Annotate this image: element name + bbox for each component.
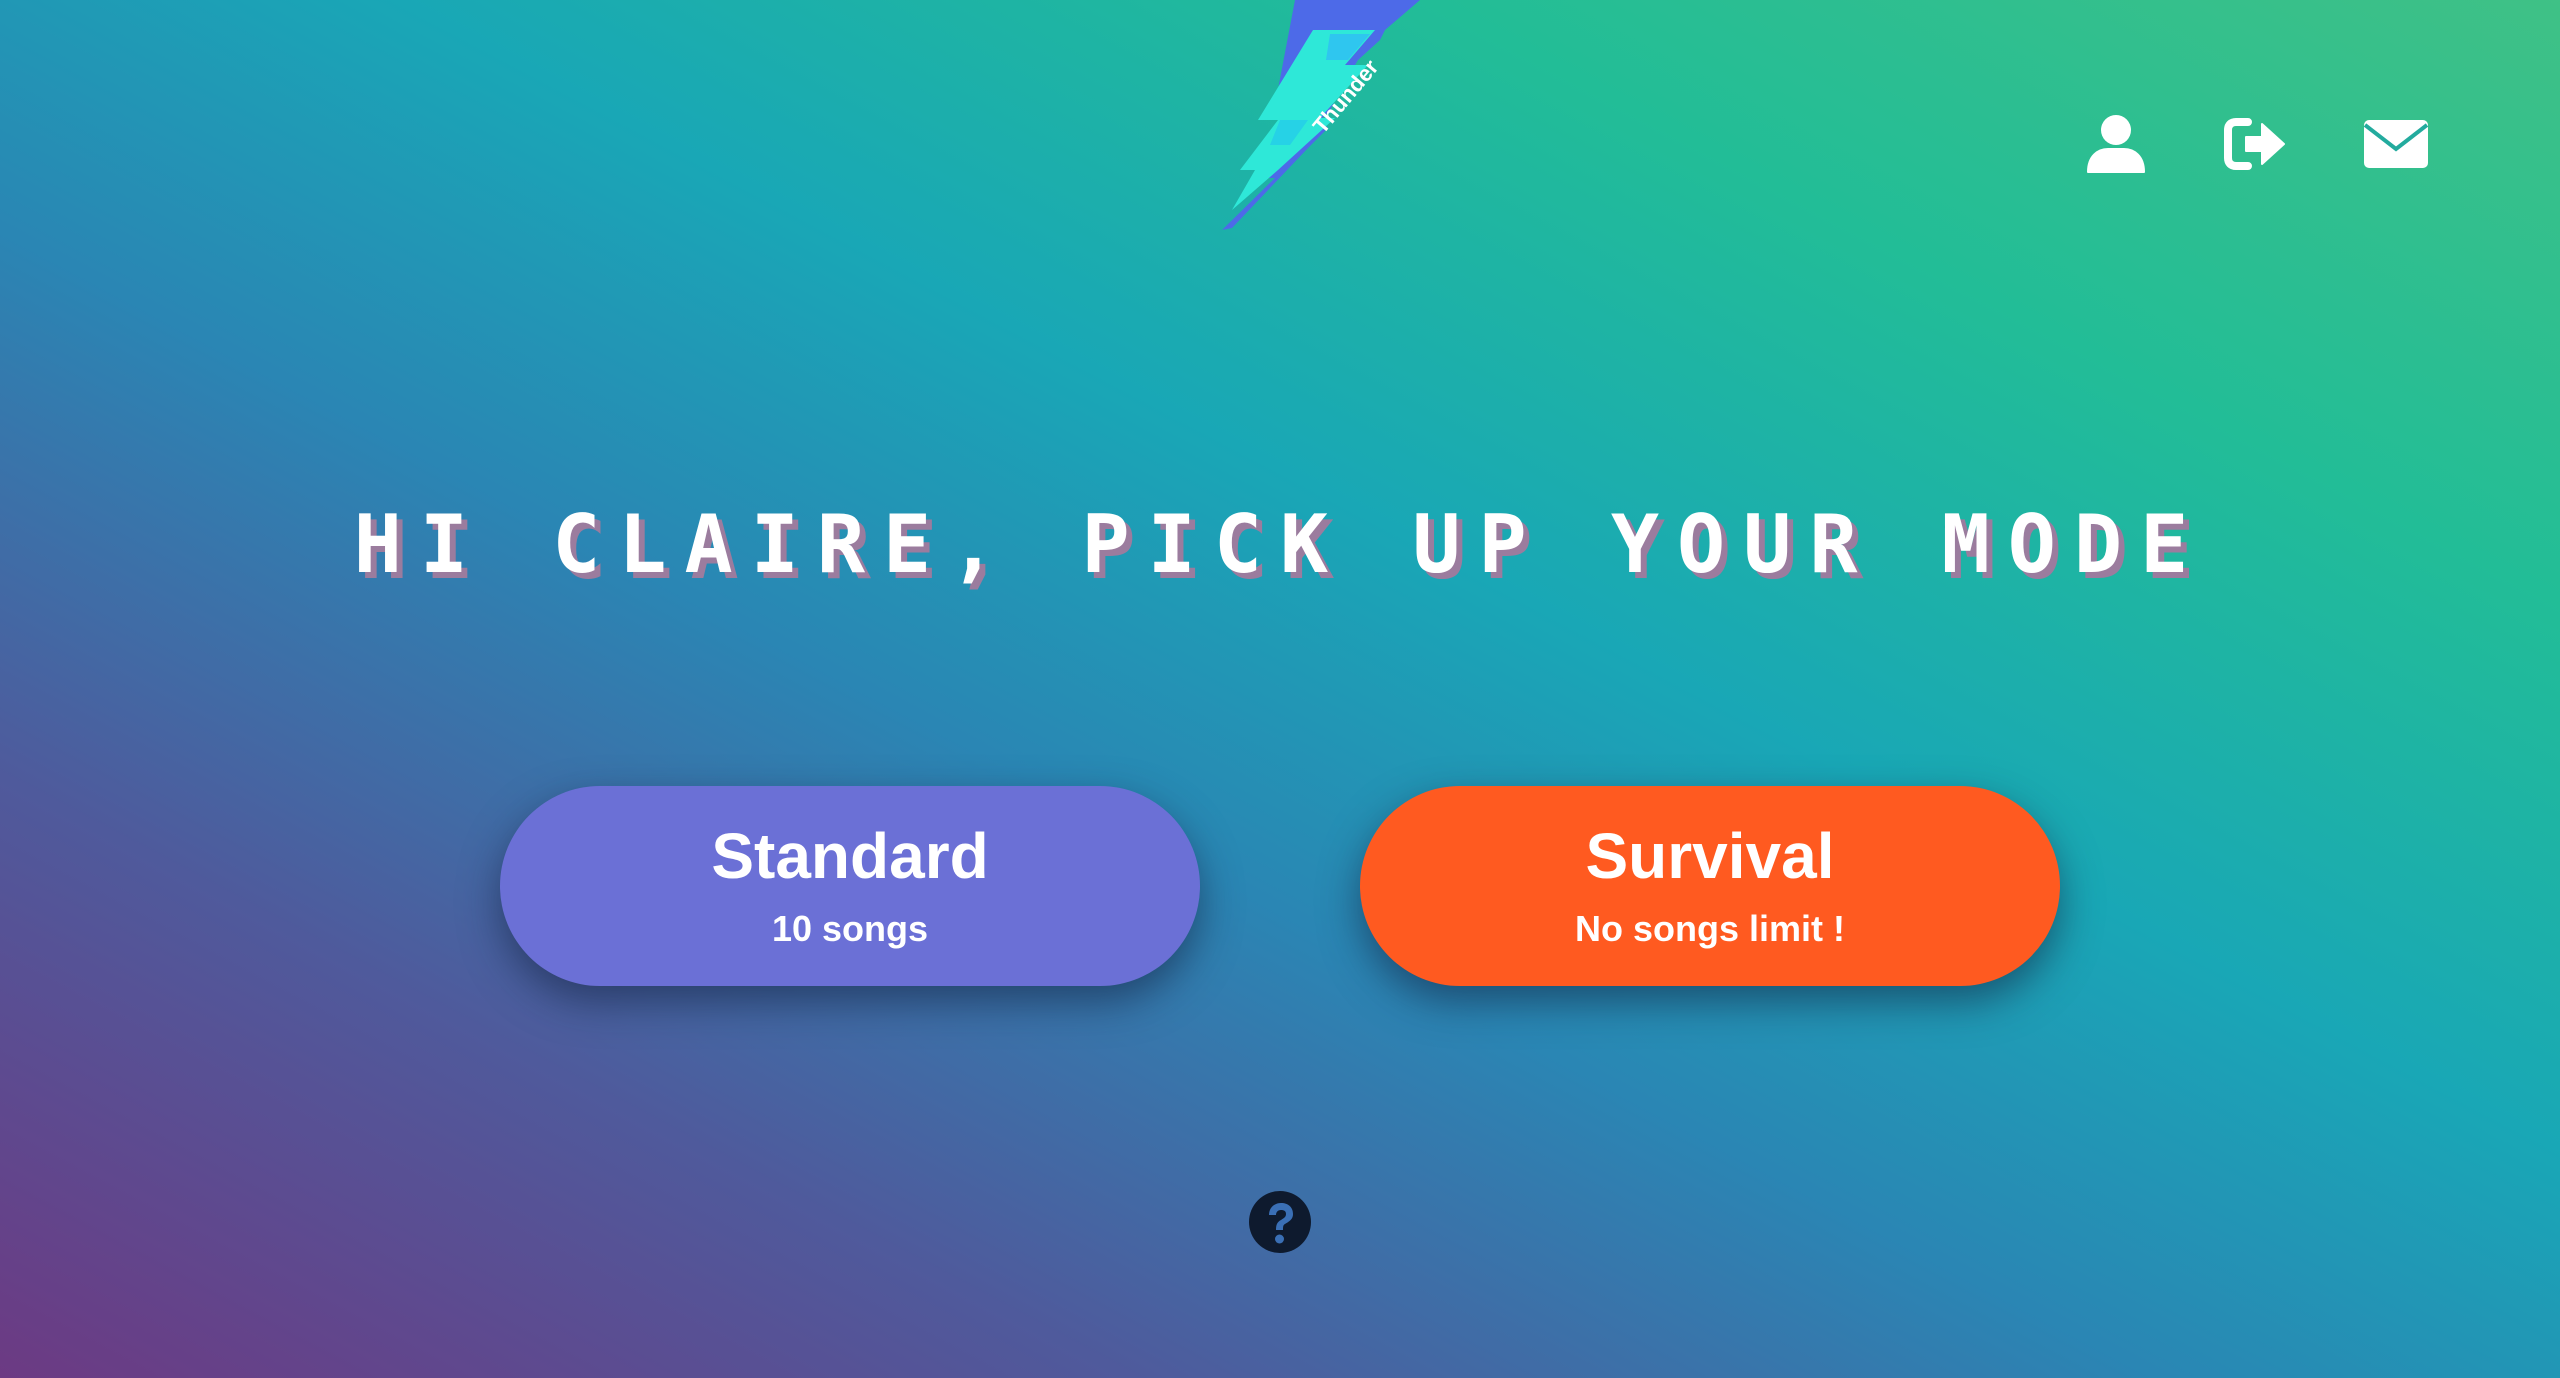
header-icon-bar <box>2080 108 2440 180</box>
question-circle-icon[interactable] <box>1248 1190 1312 1254</box>
survival-mode-button[interactable]: Survival No songs limit ! <box>1360 786 2060 986</box>
lightning-bolt-logo: Thunder <box>1220 0 1420 232</box>
survival-mode-title: Survival <box>1585 820 1835 892</box>
logout-icon[interactable] <box>2220 108 2292 180</box>
mail-icon[interactable] <box>2360 108 2432 180</box>
standard-mode-title: Standard <box>711 820 989 892</box>
thunder-logo: Thunder <box>1130 0 1430 290</box>
user-icon[interactable] <box>2080 108 2152 180</box>
standard-mode-subtitle: 10 songs <box>771 908 929 949</box>
standard-mode-button[interactable]: Standard 10 songs <box>500 786 1200 986</box>
page-title: HI CLAIRE, PICK UP YOUR MODE <box>353 498 2207 591</box>
survival-mode-subtitle: No songs limit ! <box>1575 908 1845 949</box>
